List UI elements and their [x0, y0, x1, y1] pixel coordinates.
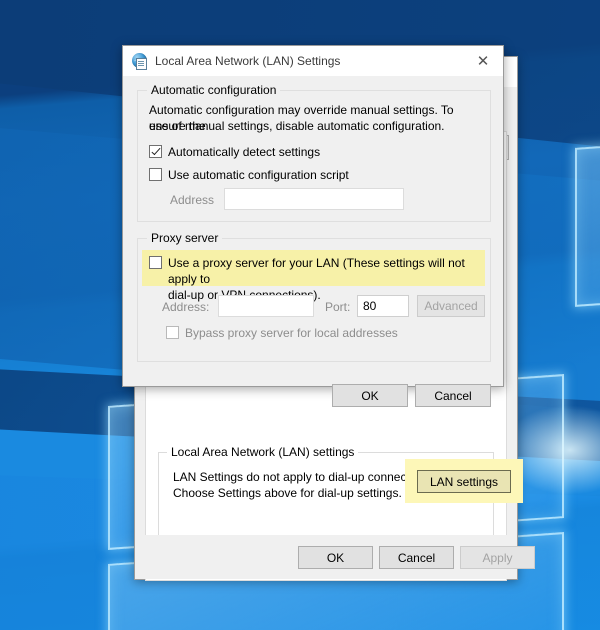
bypass-proxy-row[interactable]: Bypass proxy server for local addresses — [166, 325, 398, 341]
close-icon[interactable]: ✕ — [463, 46, 503, 76]
lan-ok-button[interactable]: OK — [332, 384, 408, 407]
proxy-port-label: Port: — [325, 300, 351, 314]
auto-detect-settings-row[interactable]: Automatically detect settings — [149, 144, 320, 160]
proxy-address-input[interactable] — [218, 295, 314, 317]
automatic-configuration-legend: Automatic configuration — [147, 83, 281, 97]
lan-settings-legend: Local Area Network (LAN) settings — [167, 445, 359, 459]
lan-dialog-body: Automatic configuration Automatic config… — [123, 76, 503, 407]
proxy-server-legend: Proxy server — [147, 231, 223, 245]
lan-settings-dialog[interactable]: Local Area Network (LAN) Settings ✕ Auto… — [122, 45, 504, 407]
background-apply-button: Apply — [460, 546, 535, 569]
use-config-script-label: Use automatic configuration script — [168, 168, 349, 182]
lan-settings-description-line1: LAN Settings do not apply to dial-up con… — [173, 470, 436, 484]
automatic-configuration-group: Automatic configuration Automatic config… — [137, 83, 491, 222]
use-proxy-server-checkbox[interactable] — [149, 256, 162, 269]
auto-detect-settings-label: Automatically detect settings — [168, 145, 321, 159]
use-proxy-server-label-line1: Use a proxy server for your LAN (These s… — [168, 256, 465, 286]
lan-settings-button[interactable]: LAN settings — [417, 470, 511, 493]
bypass-proxy-checkbox[interactable] — [166, 326, 179, 339]
background-cancel-button[interactable]: Cancel — [379, 546, 454, 569]
auto-detect-settings-checkbox[interactable] — [149, 145, 162, 158]
background-ok-button[interactable]: OK — [298, 546, 373, 569]
lan-dialog-title: Local Area Network (LAN) Settings — [155, 54, 341, 68]
proxy-server-group: Proxy server Use a proxy server for your… — [137, 231, 491, 362]
lan-settings-groupbox: Local Area Network (LAN) settings LAN Se… — [158, 445, 523, 542]
windows-logo-pane — [575, 132, 600, 307]
lan-dialog-titlebar: Local Area Network (LAN) Settings ✕ — [123, 46, 503, 76]
use-config-script-checkbox[interactable] — [149, 168, 162, 181]
use-config-script-row[interactable]: Use automatic configuration script — [149, 167, 349, 183]
proxy-address-label: Address: — [162, 300, 210, 314]
automatic-configuration-description-line2: use of manual settings, disable automati… — [149, 119, 445, 133]
lan-settings-description-line2: Choose Settings above for dial-up settin… — [173, 486, 402, 500]
proxy-port-input[interactable] — [357, 295, 409, 317]
script-address-label: Address — [170, 193, 215, 207]
background-dialog-footer: OK Cancel Apply — [135, 535, 535, 579]
network-globe-icon — [132, 53, 148, 70]
bypass-proxy-label: Bypass proxy server for local addresses — [185, 326, 398, 340]
lan-cancel-button[interactable]: Cancel — [415, 384, 491, 407]
proxy-advanced-button: Advanced — [417, 295, 485, 317]
script-address-input[interactable] — [224, 188, 404, 210]
